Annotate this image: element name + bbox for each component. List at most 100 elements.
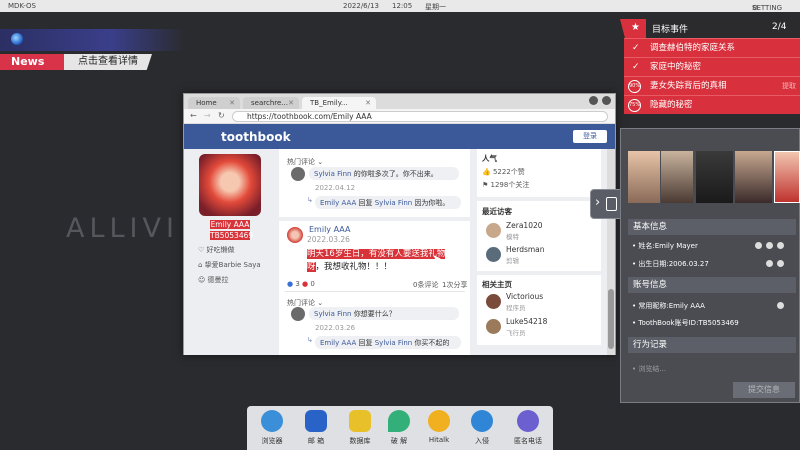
objective-label: 妻女失踪背后的真相 bbox=[650, 81, 727, 91]
reply-author[interactable]: Emily AAA bbox=[320, 199, 356, 207]
dock-app-crack[interactable]: 破 解 bbox=[380, 410, 418, 446]
post-card: Emily AAA 2022.03.26 明天16岁生日，有没有人要送我礼物呀，… bbox=[279, 221, 470, 355]
detail-text: 挚爱Barbie Saya bbox=[204, 261, 261, 269]
comment-author[interactable]: Sylvia Finn bbox=[314, 170, 351, 178]
dock-label: 匿名电话 bbox=[514, 437, 542, 445]
profile-page: Emily AAA TB5053469 ♡ 好吃懒做 ⌂ 挚爱Barbie Sa… bbox=[184, 149, 615, 355]
profile-detail: ♡ 好吃懒做 bbox=[198, 245, 235, 255]
close-icon[interactable]: ✕ bbox=[229, 97, 235, 109]
url-input[interactable]: https://toothbook.com/Emily AAA bbox=[232, 111, 608, 122]
share-count[interactable]: 1次分享 bbox=[442, 280, 467, 290]
progress-ring: 90% bbox=[628, 80, 641, 93]
login-button[interactable]: 登录 bbox=[573, 130, 607, 143]
stat-text: 1298个关注 bbox=[490, 181, 530, 189]
visitor-role: 剪辑 bbox=[506, 257, 519, 265]
objective-item[interactable]: 75% 隐藏的秘密 bbox=[624, 95, 800, 114]
info-panel: 基本信息 • 姓名:Emily Mayer • 出生日期:2006.03.27 … bbox=[620, 128, 800, 403]
extract-link[interactable]: 提取 bbox=[782, 77, 796, 96]
dock-label: 破 解 bbox=[390, 437, 408, 445]
back-arrow-icon[interactable]: ← bbox=[190, 111, 197, 120]
tab-profile[interactable]: TB_Emily... ✕ bbox=[302, 97, 376, 109]
comment-author[interactable]: Sylvia Finn bbox=[314, 310, 351, 318]
os-name: MDK-OS bbox=[8, 2, 36, 10]
visitor-name[interactable]: Herdsman bbox=[506, 245, 545, 254]
avatar bbox=[486, 247, 501, 262]
suspect-photo[interactable] bbox=[735, 151, 772, 203]
visitor-name[interactable]: Zera1020 bbox=[506, 221, 543, 230]
reply-target[interactable]: Sylvia Finn bbox=[375, 339, 412, 347]
reply: Emily AAA 回复 Sylvia Finn 你买不起的 bbox=[315, 336, 461, 349]
comment-date: 2022.03.26 bbox=[315, 324, 356, 332]
dock-label: 数据库 bbox=[349, 437, 371, 445]
submit-info-button[interactable]: 提交信息 bbox=[733, 382, 795, 398]
thumb-icon: 👍 bbox=[482, 168, 493, 176]
visitor-role: 模特 bbox=[506, 233, 519, 241]
system-top-bar: MDK-OS 2022/6/13 12:05 星期一 ⚙ SETTING bbox=[0, 0, 800, 12]
verify-icon[interactable] bbox=[766, 260, 773, 267]
like-icon[interactable]: ● bbox=[287, 280, 293, 288]
tab-label: Home bbox=[196, 99, 217, 107]
dock-app-database[interactable]: 数据库 bbox=[341, 410, 379, 446]
avatar bbox=[486, 319, 501, 334]
verify-icon[interactable] bbox=[777, 302, 784, 309]
globe-orb-icon bbox=[11, 33, 23, 45]
objective-label: 家庭中的秘密 bbox=[650, 62, 702, 72]
id-card-icon bbox=[606, 197, 617, 211]
settings-label: SETTING bbox=[752, 4, 783, 12]
objective-item[interactable]: ✓ 调查赫伯特的家庭关系 bbox=[624, 38, 800, 57]
verify-icon[interactable] bbox=[777, 260, 784, 267]
cursor-icon: ➤ bbox=[432, 252, 442, 265]
dislike-icon[interactable]: ● bbox=[302, 280, 308, 288]
suspect-photo[interactable] bbox=[696, 151, 733, 203]
suspect-photo[interactable] bbox=[661, 151, 693, 203]
dock-app-browser[interactable]: 浏览器 bbox=[253, 410, 291, 446]
objectives-panel: ★ 目标事件 2/4 ✓ 调查赫伯特的家庭关系 ✓ 家庭中的秘密 90% 妻女失踪背后… bbox=[620, 19, 800, 115]
dock-app-hitalk[interactable]: Hitalk bbox=[420, 410, 458, 444]
reply-word: 回复 bbox=[358, 339, 373, 347]
news-details-link[interactable]: 点击查看详情 bbox=[64, 54, 152, 70]
dock-label: 浏览器 bbox=[261, 437, 283, 445]
suspect-photo[interactable] bbox=[628, 151, 660, 203]
objective-item[interactable]: 90% 妻女失踪背后的真相 提取 bbox=[624, 76, 800, 95]
url-text: https://toothbook.com/Emily AAA bbox=[247, 112, 372, 121]
reply-author[interactable]: Emily AAA bbox=[320, 339, 356, 347]
suspect-photo-selected[interactable] bbox=[774, 151, 800, 203]
post-text-rest: ，我想收礼物！！！ bbox=[315, 262, 393, 272]
reload-icon[interactable]: ↻ bbox=[218, 111, 225, 120]
close-icon[interactable]: ✕ bbox=[365, 97, 371, 109]
tab-home[interactable]: Home ✕ bbox=[188, 97, 240, 109]
reply-target[interactable]: Sylvia Finn bbox=[375, 199, 412, 207]
tab-label: TB_Emily... bbox=[310, 99, 348, 107]
close-window-button[interactable] bbox=[602, 96, 611, 105]
tab-bar: Home ✕ searchre... ✕ TB_Emily... ✕ bbox=[184, 94, 615, 109]
objective-item[interactable]: ✓ 家庭中的秘密 bbox=[624, 57, 800, 76]
tab-search[interactable]: searchre... ✕ bbox=[243, 97, 299, 109]
post-reactions: ● 3 ● 0 bbox=[287, 280, 315, 288]
visitors-card: 最近访客 Zera1020 模特 Herdsman 剪辑 bbox=[477, 201, 601, 271]
likes-stat: 👍 5222个赞 bbox=[482, 167, 525, 177]
verify-icon[interactable] bbox=[777, 242, 784, 249]
dock-app-anon-call[interactable]: 匿名电话 bbox=[509, 410, 547, 446]
reply-icon: ↳ bbox=[307, 196, 313, 204]
minimize-button[interactable] bbox=[589, 96, 598, 105]
dock-label: 邮 箱 bbox=[307, 437, 325, 445]
dock-app-mail[interactable]: 邮 箱 bbox=[297, 410, 335, 446]
objective-label: 隐藏的秘密 bbox=[650, 100, 693, 110]
close-icon[interactable]: ✕ bbox=[288, 97, 294, 109]
reply-icon: ↳ bbox=[307, 336, 313, 344]
related-name[interactable]: Victorious bbox=[506, 292, 543, 301]
chevron-right-icon: › bbox=[595, 195, 601, 210]
verify-icon[interactable] bbox=[766, 242, 773, 249]
comment-count[interactable]: 0条评论 bbox=[413, 280, 438, 290]
news-banner bbox=[0, 29, 185, 51]
scrollbar-thumb[interactable] bbox=[608, 289, 614, 349]
site-logo[interactable]: toothbook bbox=[221, 130, 291, 144]
verify-icon[interactable] bbox=[755, 242, 762, 249]
dock-app-intrude[interactable]: 入侵 bbox=[463, 410, 501, 446]
post-date: 2022.03.26 bbox=[307, 235, 350, 244]
related-name[interactable]: Luke54218 bbox=[506, 317, 547, 326]
forward-arrow-icon[interactable]: → bbox=[204, 111, 211, 120]
panel-toggle-button[interactable]: › bbox=[590, 189, 622, 219]
progress-ring: 75% bbox=[628, 99, 641, 112]
post-author[interactable]: Emily AAA bbox=[309, 225, 350, 234]
